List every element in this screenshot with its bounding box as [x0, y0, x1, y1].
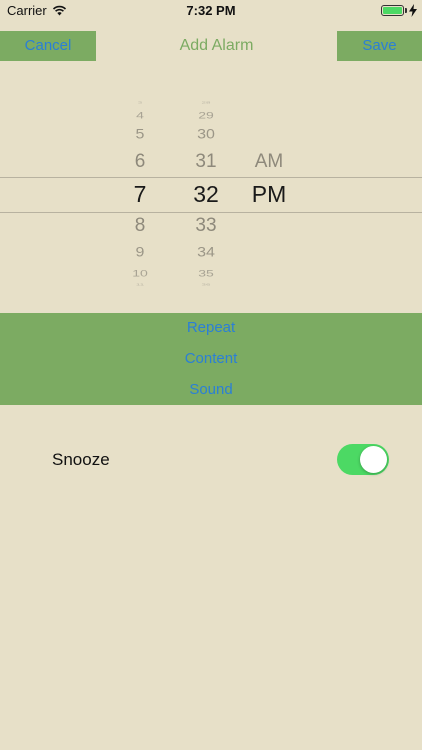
- status-time: 7:32 PM: [186, 3, 236, 18]
- picker-selection-bottom-line: [0, 212, 422, 213]
- picker-minute[interactable]: 33: [181, 215, 231, 238]
- picker-hour[interactable]: 10: [115, 268, 165, 279]
- picker-period[interactable]: PM: [239, 181, 299, 209]
- sound-option[interactable]: Sound: [0, 375, 422, 405]
- picker-hour[interactable]: 8: [115, 215, 165, 238]
- picker-hour[interactable]: 6: [115, 151, 165, 174]
- picker-minute[interactable]: 34: [181, 245, 231, 261]
- navigation-bar: Cancel Add Alarm Save: [0, 31, 422, 61]
- snooze-row: Snooze: [0, 440, 422, 480]
- picker-minute[interactable]: 36: [181, 283, 231, 286]
- picker-hour[interactable]: 9: [115, 245, 165, 261]
- bolt-icon: [409, 4, 417, 17]
- time-picker[interactable]: 3 4 5 6 7 8 9 10 11 28 29 30 31 32 33 34 35 36 AM PM: [0, 95, 422, 295]
- alarm-options: Repeat Content Sound: [0, 313, 422, 405]
- cancel-button[interactable]: Cancel: [0, 31, 96, 61]
- repeat-option[interactable]: Repeat: [0, 313, 422, 343]
- picker-minute[interactable]: 35: [181, 268, 231, 279]
- picker-minute[interactable]: 32: [181, 181, 231, 209]
- picker-hour[interactable]: 3: [115, 101, 165, 104]
- content-option[interactable]: Content: [0, 344, 422, 374]
- picker-selection-top-line: [0, 177, 422, 178]
- picker-minute[interactable]: 30: [181, 127, 231, 143]
- status-bar: Carrier 7:32 PM: [0, 0, 422, 22]
- snooze-toggle[interactable]: [337, 444, 389, 475]
- page-title: Add Alarm: [179, 37, 254, 54]
- picker-minute[interactable]: 31: [181, 151, 231, 174]
- toggle-knob: [360, 446, 387, 473]
- picker-hour[interactable]: 5: [115, 127, 165, 143]
- snooze-label: Snooze: [52, 450, 110, 469]
- picker-hour[interactable]: 4: [115, 110, 165, 121]
- save-button[interactable]: Save: [337, 31, 422, 61]
- battery-full-icon: [381, 5, 404, 16]
- picker-minute[interactable]: 28: [181, 101, 231, 104]
- picker-period[interactable]: AM: [239, 151, 299, 174]
- picker-hour[interactable]: 11: [115, 283, 165, 286]
- picker-minute[interactable]: 29: [181, 110, 231, 121]
- battery-tip: [405, 8, 407, 13]
- picker-hour[interactable]: 7: [115, 181, 165, 209]
